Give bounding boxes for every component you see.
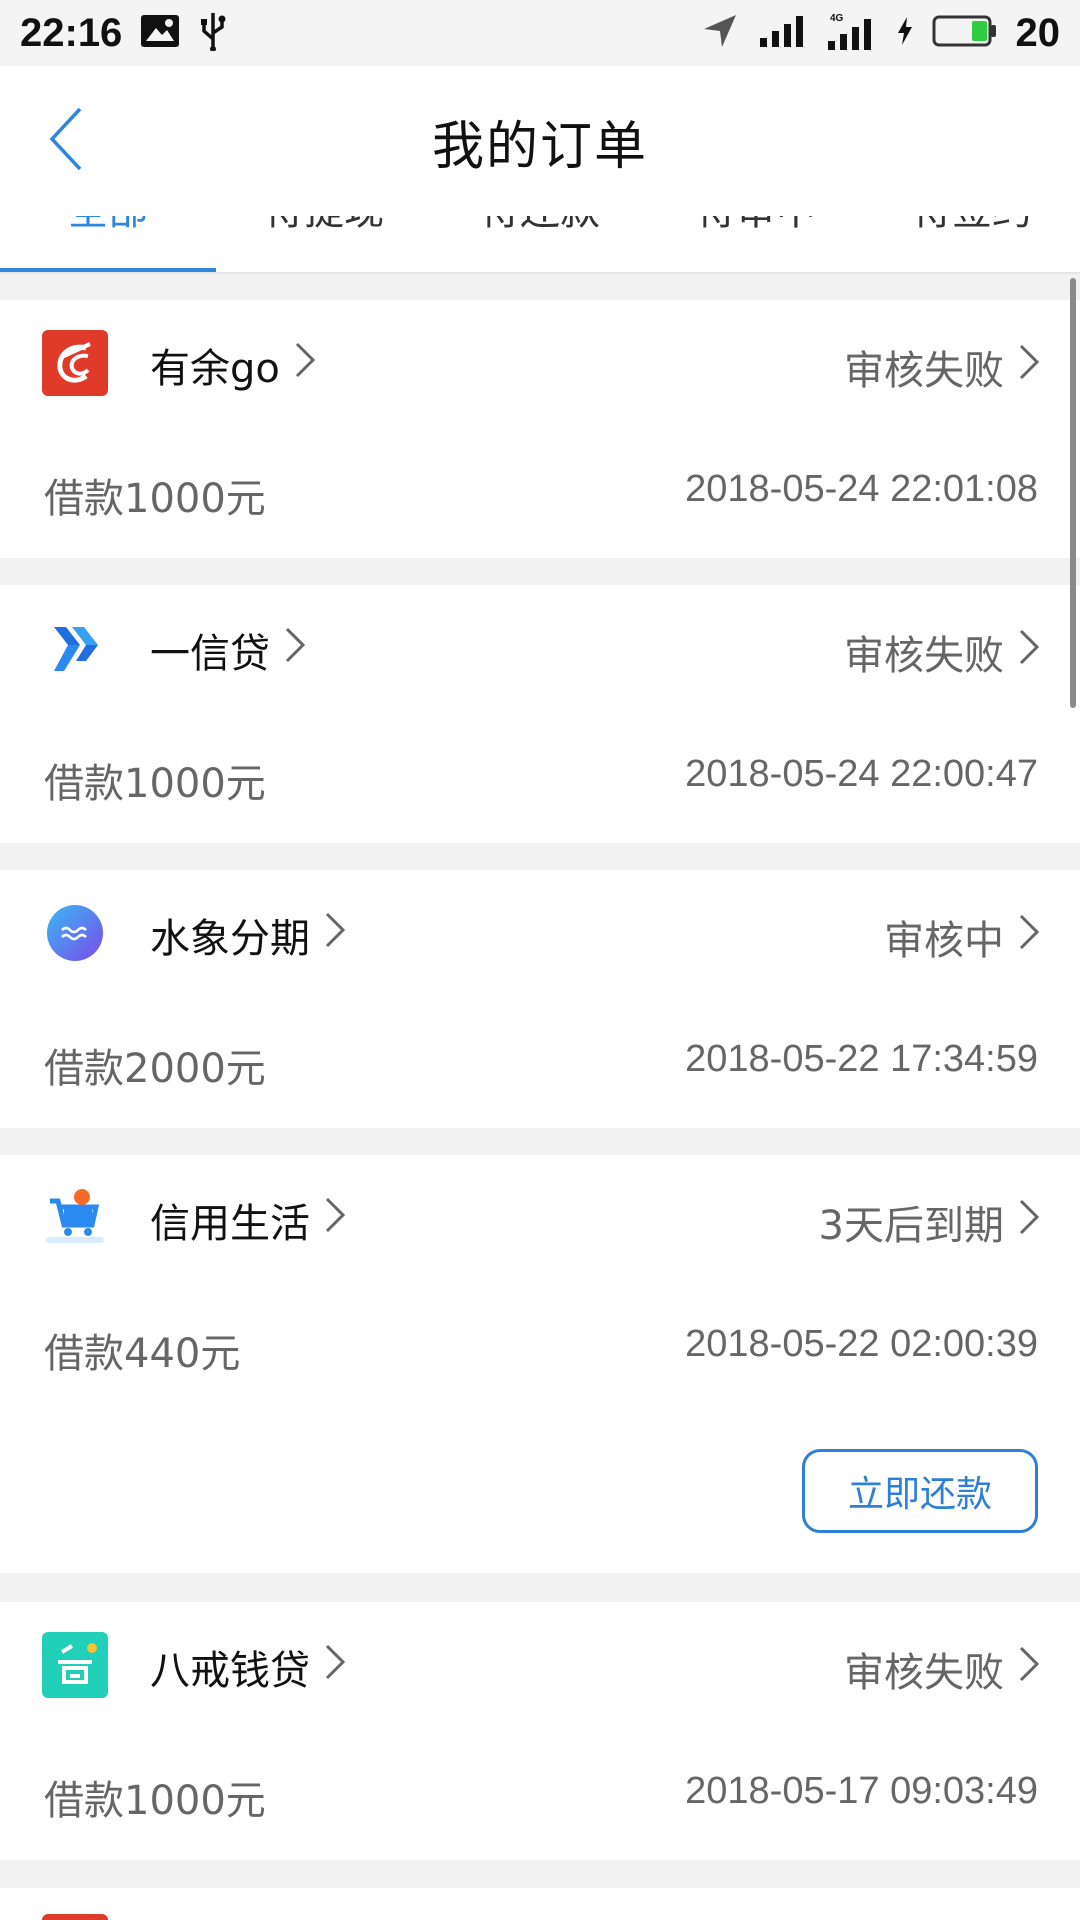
battery-icon: [932, 14, 998, 52]
order-card[interactable]: 八戒钱贷 审核失败 借款1000元 2018-05-17 09:03:49: [0, 1602, 1080, 1860]
youyu-go-logo: [42, 330, 108, 396]
card-name-label: 一信贷: [150, 631, 270, 677]
image-icon: [140, 14, 180, 52]
status-bar: 22:16 4G 20: [0, 0, 1080, 66]
card-status-label: 审核失败: [844, 348, 1004, 394]
order-card[interactable]: 一信贷 审核失败 借款1000元 2018-05-24 22:00:47: [0, 585, 1080, 843]
charging-icon: [896, 16, 914, 50]
status-left: 22:16: [20, 11, 228, 56]
chevron-right-icon: [324, 911, 346, 959]
card-name-label: 水象分期: [150, 916, 310, 962]
location-arrow-icon: [700, 11, 740, 55]
card-time: 2018-05-24 22:00:47: [685, 753, 1038, 795]
svg-text:4G: 4G: [830, 13, 844, 24]
status-time: 22:16: [20, 10, 123, 55]
card-name[interactable]: 信用生活: [150, 1191, 346, 1249]
chevron-left-icon: [48, 107, 84, 175]
signal-icon: [758, 14, 808, 52]
card-amount: 借款1000元: [44, 761, 266, 807]
order-card[interactable]: 信用生活 3天后到期 借款440元 2018-05-22 02:00:39 立即…: [0, 1155, 1080, 1573]
order-card[interactable]: 水象分期 审核中 借款2000元 2018-05-22 17:34:59: [0, 870, 1080, 1128]
card-time: 2018-05-17 09:03:49: [685, 1770, 1038, 1812]
card-amount: 借款1000元: [44, 1778, 266, 1824]
battery-percent: 20: [1015, 10, 1061, 55]
cart-logo: [42, 1185, 108, 1251]
chevron-right-icon: [1018, 1198, 1040, 1246]
card-name[interactable]: 八戒钱贷: [150, 1638, 346, 1696]
yixindai-logo: [42, 615, 108, 681]
card-status[interactable]: 审核中: [884, 908, 1040, 966]
card-name[interactable]: 水象分期: [150, 906, 346, 964]
status-right: 4G 20: [700, 10, 1061, 56]
card-name-label: 八戒钱贷: [150, 1648, 310, 1694]
card-name[interactable]: 有余go: [150, 336, 316, 394]
card-status-label: 3天后到期: [818, 1203, 1004, 1249]
card-status-label: 审核中: [884, 918, 1004, 964]
card-status-label: 审核失败: [844, 633, 1004, 679]
card-time: 2018-05-22 17:34:59: [685, 1038, 1038, 1080]
card-status[interactable]: 审核失败: [844, 338, 1040, 396]
chevron-right-icon: [1018, 1645, 1040, 1693]
card-name-label: 有余go: [150, 346, 280, 392]
page-title: 我的订单: [431, 116, 648, 177]
chevron-right-icon: [324, 1196, 346, 1244]
card-time: 2018-05-24 22:01:08: [685, 468, 1038, 510]
app-header: 我的订单: [0, 66, 1080, 216]
back-button[interactable]: [36, 106, 96, 176]
shuixiang-logo: [42, 900, 108, 966]
chevron-right-icon: [284, 626, 306, 674]
chevron-right-icon: [1018, 913, 1040, 961]
card-name[interactable]: 一信贷: [150, 621, 306, 679]
card-status-label: 审核失败: [844, 1650, 1004, 1696]
card-status[interactable]: 审核失败: [844, 623, 1040, 681]
chevron-right-icon: [1018, 343, 1040, 391]
repay-now-button[interactable]: 立即还款: [802, 1449, 1038, 1533]
card-amount: 借款1000元: [44, 476, 266, 522]
chevron-right-icon: [1018, 628, 1040, 676]
app-root: 22:16 4G 20 全部 待提现 待还款 待审中 待签约 我的订单 有余go…: [0, 0, 1080, 1920]
order-card[interactable]: 有余go 审核失败 借款1000元 2018-05-24 22:01:08: [0, 300, 1080, 558]
chevron-right-icon: [294, 341, 316, 389]
tab-indicator: [0, 268, 216, 272]
signal-4g-icon: 4G: [826, 11, 878, 55]
card-status[interactable]: 审核失败: [844, 1640, 1040, 1698]
chevron-right-icon: [324, 1643, 346, 1691]
card-amount: 借款2000元: [44, 1046, 266, 1092]
card-time: 2018-05-22 02:00:39: [685, 1323, 1038, 1365]
card-name-label: 信用生活: [150, 1201, 310, 1247]
card-status[interactable]: 3天后到期: [819, 1193, 1040, 1251]
usb-icon: [198, 11, 228, 55]
scrollbar[interactable]: [1070, 278, 1076, 708]
bajie-logo: [42, 1632, 108, 1698]
partial-logo: [42, 1914, 108, 1920]
card-amount: 借款440元: [44, 1331, 241, 1377]
order-card-partial[interactable]: [0, 1888, 1080, 1920]
